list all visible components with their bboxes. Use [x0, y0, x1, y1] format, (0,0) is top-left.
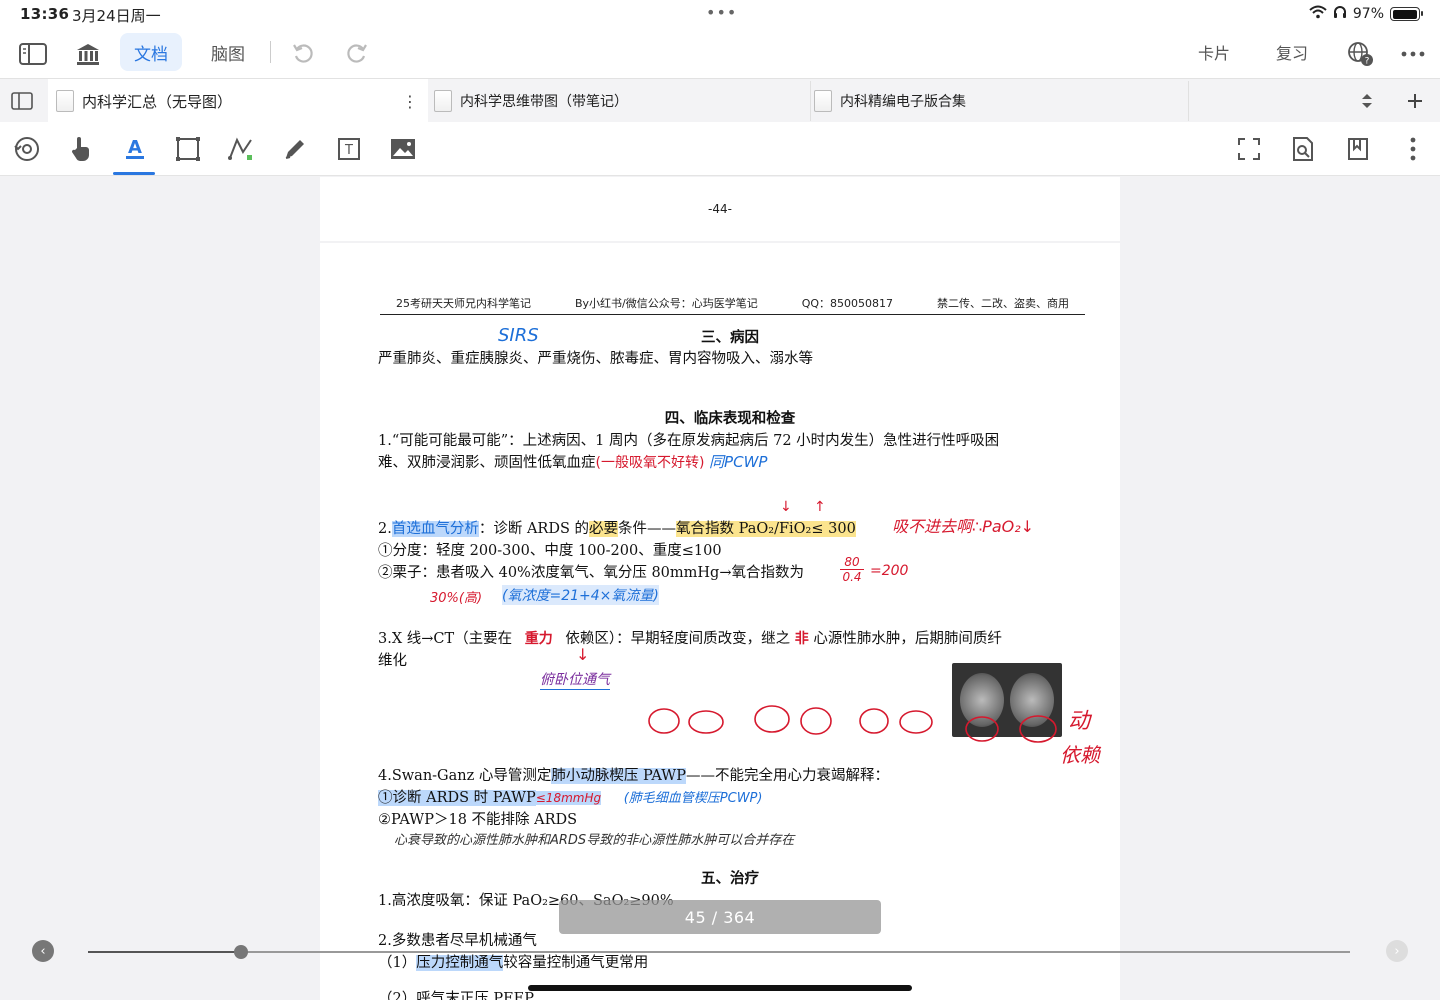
section-title-clinical: 四、临床表现和检查 [664, 410, 796, 427]
hw-circles [648, 705, 933, 735]
hw-dependent: 依赖 [1060, 743, 1100, 767]
tab-doc-2[interactable]: 内科学思维带图（带笔记） [430, 79, 810, 123]
pdf-file-icon [814, 90, 832, 112]
tab-doc-3[interactable]: 内科精编电子版合集 [812, 79, 1188, 123]
headphones-icon [1333, 5, 1347, 23]
hw-cardio-note: 心衰导致的心源性肺水肿和ARDS导致的非心源性肺水肿可以合并存在 [394, 833, 795, 848]
pdf-page-prev: -44- [320, 177, 1120, 241]
pen-icon[interactable] [280, 134, 310, 164]
status-date: 3月24日周一 [72, 7, 161, 25]
hw-note-right: 吸不进去啊∴PaO₂↓ [892, 517, 1035, 536]
treatment-line-4: （2）呼气末正压 PEEP [378, 991, 535, 1000]
sort-tabs-icon[interactable] [1351, 85, 1383, 117]
page-indicator: 45 / 364 [559, 900, 881, 934]
hw-prone-position: 俯卧位通气 [540, 669, 610, 690]
document-viewer[interactable]: -44- 25考研天天师兄内科学笔记 By小红书/微信公众号：心玙医学笔记 QQ… [0, 177, 1440, 1000]
clinical-line-5: 3.X 线→CT（主要在 重力 依赖区）：早期轻度间质改变，继之 非 心源性肺水… [378, 631, 1002, 647]
clinical-line-1b: 难、双肺浸润影、顽固性低氧血症(一般吸氧不好转) 同PCWP [378, 453, 768, 471]
clinical-line-8: ②PAWP＞18 不能排除 ARDS [378, 812, 578, 828]
bookmark-icon[interactable] [1343, 134, 1373, 164]
undo-icon[interactable] [287, 38, 319, 70]
rotate-settings-icon[interactable] [12, 134, 42, 164]
document-tabs: 内科学汇总（无导图） ⋮ 内科学思维带图（带笔记） 内科精编电子版合集 [0, 78, 1440, 123]
page-slider[interactable] [88, 951, 1350, 953]
tab-mindmap[interactable]: 脑图 [200, 33, 256, 71]
text-box-icon[interactable]: T [334, 134, 364, 164]
lasso-icon[interactable] [226, 134, 256, 164]
section-title-treatment: 五、治疗 [701, 870, 759, 887]
clinical-line-4: ②栗子：患者吸入 40%浓度氧气、氧分压 80mmHg→氧合指数为 [378, 565, 804, 581]
etiology-text: 严重肺炎、重症胰腺炎、严重烧伤、脓毒症、胃内容物吸入、溺水等 [378, 351, 813, 367]
battery-percent: 97% [1352, 6, 1384, 22]
home-indicator [528, 985, 912, 991]
main-toolbar: 文档 脑图 卡片 复习 ? [0, 30, 1440, 78]
add-tab-icon[interactable] [1399, 85, 1431, 117]
multitask-dots[interactable]: ••• [706, 3, 737, 22]
treatment-line-2: 2.多数患者尽早机械通气 [378, 933, 537, 949]
status-time: 13:36 [20, 5, 70, 23]
svg-text:A: A [128, 137, 142, 158]
arrow-down-mark: ↓ [780, 499, 792, 515]
battery-icon [1390, 7, 1423, 21]
pdf-file-icon [56, 90, 74, 112]
page-slider-knob[interactable] [233, 945, 248, 959]
page-number: -44- [708, 202, 732, 216]
split-view-icon[interactable] [6, 85, 38, 117]
tab-document[interactable]: 文档 [120, 33, 182, 71]
pdf-file-icon [434, 90, 452, 112]
wifi-icon [1309, 5, 1327, 23]
hand-pointer-icon[interactable] [66, 134, 96, 164]
more-options-icon[interactable] [1397, 38, 1429, 70]
next-page-button[interactable]: › [1386, 940, 1408, 962]
hw-fraction-result: =200 [870, 563, 909, 579]
clinical-line-7: ①诊断 ARDS 时 PAWP≤18mmHg (肺毛细血管楔压PCWP) [378, 790, 763, 806]
arrow-up-mark: ↑ [814, 499, 826, 515]
tab-menu-icon[interactable]: ⋮ [402, 92, 418, 111]
library-icon[interactable] [72, 38, 104, 70]
redo-icon[interactable] [341, 38, 373, 70]
clinical-line-3: ①分度：轻度 200-300、中度 100-200、重度≤100 [378, 543, 722, 559]
search-document-icon[interactable] [1288, 134, 1318, 164]
area-select-icon[interactable] [173, 134, 203, 164]
svg-text:T: T [344, 143, 353, 158]
hw-circles-ct [965, 715, 1057, 743]
hw-thirty-percent: 30%(高) [430, 591, 483, 606]
fullscreen-icon[interactable] [1234, 134, 1264, 164]
text-highlight-icon[interactable]: A [120, 134, 150, 164]
treatment-line-3: （1）压力控制通气较容量控制通气更常用 [378, 955, 649, 971]
arrow-down-prone: ↓ [576, 645, 590, 664]
clinical-line-5b: 维化 [378, 653, 407, 669]
web-help-icon[interactable]: ? [1344, 38, 1376, 70]
clinical-line-2: 2.首选血气分析：诊断 ARDS 的必要条件——氧合指数 PaO₂/FiO₂≤ … [378, 521, 856, 537]
clinical-line-6: 4.Swan-Ganz 心导管测定肺小动脉楔压 PAWP——不能完全用心力衰竭解… [378, 768, 889, 784]
image-icon[interactable] [388, 134, 418, 164]
tab-doc-3-label: 内科精编电子版合集 [840, 94, 966, 110]
sidebar-toggle-icon[interactable] [17, 38, 49, 70]
clinical-line-1a: 1.“可能可能最可能”：上述病因、1 周内（多在原发病起病后 72 小时内发生）… [378, 433, 1000, 449]
status-right: 97% [1309, 5, 1423, 23]
hw-fraction: 80 0.4 [840, 555, 864, 584]
pdf-page-current: 25考研天天师兄内科学笔记 By小红书/微信公众号：心玙医学笔记 QQ：8500… [320, 243, 1120, 1000]
hw-move: 动 [1068, 709, 1091, 734]
tab-doc-1[interactable]: 内科学汇总（无导图） ⋮ [48, 79, 428, 123]
section-title-etiology: 三、病因 [701, 329, 759, 346]
annotation-toolbar: A T [0, 122, 1440, 176]
cards-button[interactable]: 卡片 [1198, 40, 1230, 64]
page-header: 25考研天天师兄内科学笔记 By小红书/微信公众号：心玙医学笔记 QQ：8500… [380, 291, 1085, 315]
status-bar: 13:36 3月24日周一 ••• 97% [0, 0, 1440, 30]
prev-page-button[interactable]: ‹ [32, 940, 54, 962]
svg-text:?: ? [1365, 57, 1370, 67]
toolbar-divider [270, 41, 271, 63]
more-vertical-icon[interactable] [1398, 134, 1428, 164]
active-tool-indicator [113, 172, 155, 175]
review-button[interactable]: 复习 [1276, 40, 1308, 64]
hw-o2-formula: (氧浓度=21+4×氧流量) [502, 585, 659, 605]
tab-doc-2-label: 内科学思维带图（带笔记） [460, 94, 628, 110]
tab-doc-1-label: 内科学汇总（无导图） [82, 92, 233, 111]
